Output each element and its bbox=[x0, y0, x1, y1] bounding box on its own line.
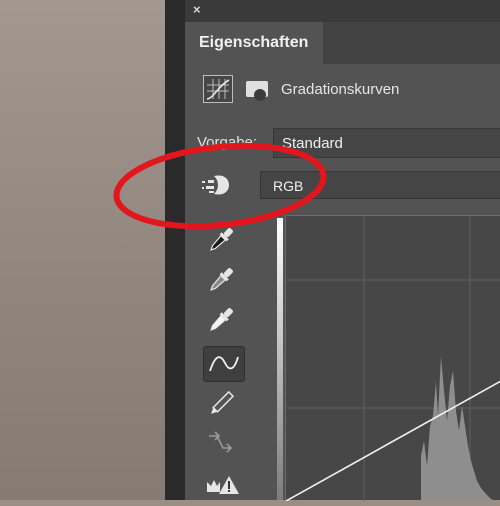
smooth-curve-tool[interactable] bbox=[201, 424, 241, 460]
clipping-warning-icon bbox=[207, 476, 239, 494]
panel-title-bar: × bbox=[185, 0, 500, 22]
smooth-curve-icon bbox=[209, 431, 233, 453]
curve-points-tool[interactable] bbox=[203, 346, 245, 382]
curve-points-icon bbox=[209, 356, 239, 372]
eyedropper-gray-tool[interactable] bbox=[201, 262, 241, 298]
pencil-icon bbox=[211, 390, 235, 414]
output-gradient-bar bbox=[277, 218, 283, 500]
properties-panel: × Eigenschaften Gradationskurven Vorgabe… bbox=[185, 0, 500, 502]
red-highlight-ellipse bbox=[113, 142, 327, 230]
clipping-warning-tool[interactable] bbox=[201, 462, 241, 498]
tab-label: Eigenschaften bbox=[199, 34, 309, 51]
mask-thumbnail bbox=[246, 81, 268, 101]
histogram bbox=[421, 356, 496, 501]
eyedropper-white-tool[interactable] bbox=[201, 302, 241, 338]
eyedropper-white-icon bbox=[210, 308, 233, 331]
adjustment-title: Gradationskurven bbox=[281, 81, 400, 98]
curves-graph[interactable] bbox=[285, 215, 500, 502]
tab-strip: Eigenschaften bbox=[185, 22, 500, 64]
tab-eigenschaften[interactable]: Eigenschaften bbox=[185, 22, 323, 64]
curves-adjustment-icon[interactable] bbox=[203, 75, 233, 103]
mask-circle bbox=[254, 89, 266, 101]
layer-mask-icon[interactable] bbox=[242, 75, 272, 103]
close-panel-button[interactable]: × bbox=[193, 2, 201, 17]
document-canvas bbox=[0, 0, 165, 500]
curves-graph-canvas bbox=[285, 216, 500, 502]
pencil-tool[interactable] bbox=[201, 386, 241, 422]
panel-gutter bbox=[165, 0, 185, 500]
eyedropper-gray-icon bbox=[210, 268, 233, 291]
